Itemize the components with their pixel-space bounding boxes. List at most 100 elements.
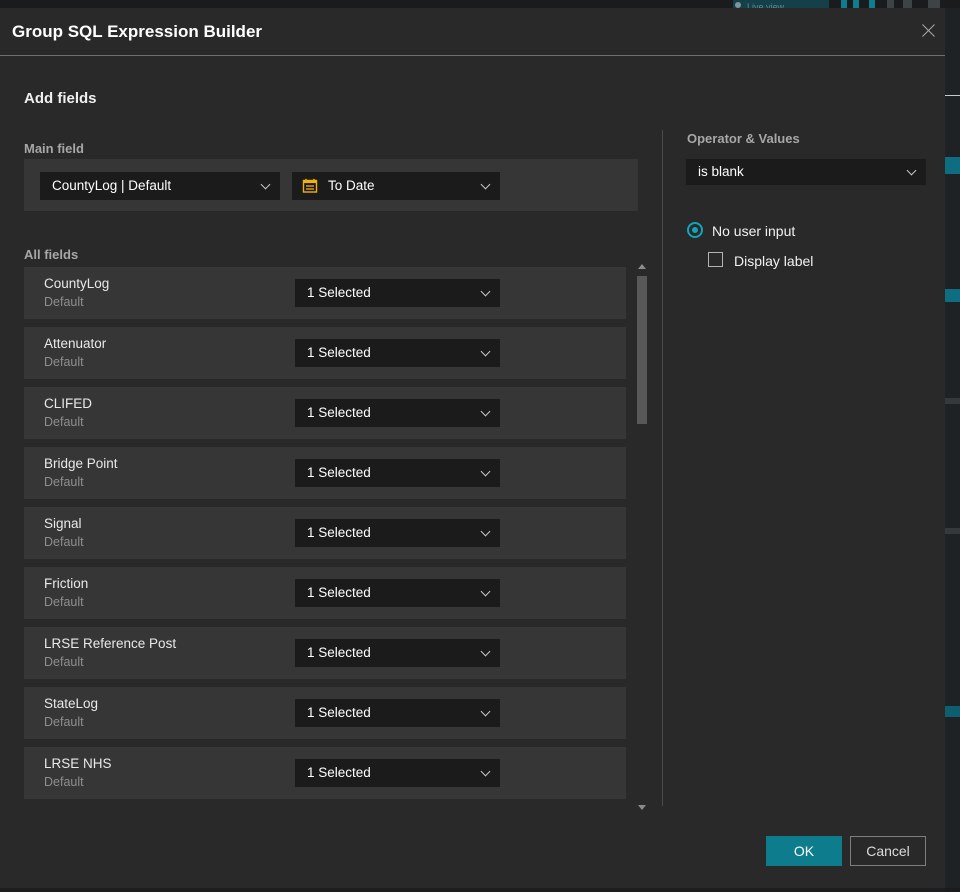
field-name: CLIFED: [44, 396, 93, 411]
main-field-date-select[interactable]: To Date: [292, 172, 500, 200]
field-selected-value: 1 Selected: [307, 645, 371, 660]
field-selected-value: 1 Selected: [307, 765, 371, 780]
calendar-icon: [302, 178, 318, 193]
group-sql-expression-builder-dialog: Group SQL Expression Builder Add fields …: [0, 8, 945, 888]
field-name: Signal: [44, 516, 82, 531]
dialog-titlebar: Group SQL Expression Builder: [0, 8, 945, 55]
field-row: CountyLog Default 1 Selected: [24, 267, 626, 319]
chevron-down-icon: [480, 406, 491, 417]
screen: Live view Group SQL Expression Builder A…: [0, 0, 960, 892]
field-sublabel: Default: [44, 295, 84, 309]
background-fragment: [945, 706, 960, 717]
background-divider: [945, 95, 960, 96]
field-selected-dropdown[interactable]: 1 Selected: [295, 579, 500, 607]
field-selected-value: 1 Selected: [307, 585, 371, 600]
scroll-up-icon[interactable]: [638, 264, 646, 269]
field-row: CLIFED Default 1 Selected: [24, 387, 626, 439]
field-sublabel: Default: [44, 655, 84, 669]
background-fragment: [945, 528, 960, 534]
field-row: Bridge Point Default 1 Selected: [24, 447, 626, 499]
chevron-down-icon: [906, 165, 917, 176]
display-label-text: Display label: [734, 253, 814, 269]
field-name: Friction: [44, 576, 89, 591]
ok-button[interactable]: OK: [766, 836, 842, 866]
field-row: StateLog Default 1 Selected: [24, 687, 626, 739]
field-selected-dropdown[interactable]: 1 Selected: [295, 339, 500, 367]
title-separator: [0, 55, 945, 56]
field-selected-value: 1 Selected: [307, 285, 371, 300]
field-sublabel: Default: [44, 475, 84, 489]
field-name: LRSE NHS: [44, 756, 112, 771]
chevron-down-icon: [480, 766, 491, 777]
all-fields-list: CountyLog Default 1 Selected Attenuator …: [24, 267, 626, 807]
field-selected-dropdown[interactable]: 1 Selected: [295, 279, 500, 307]
dialog-title: Group SQL Expression Builder: [12, 22, 263, 41]
cancel-button[interactable]: Cancel: [850, 836, 926, 866]
background-fragment: [945, 289, 960, 302]
chevron-down-icon: [260, 179, 271, 190]
field-selected-dropdown[interactable]: 1 Selected: [295, 399, 500, 427]
field-name: StateLog: [44, 696, 99, 711]
scroll-down-icon[interactable]: [638, 805, 646, 810]
field-selected-dropdown[interactable]: 1 Selected: [295, 459, 500, 487]
field-selected-dropdown[interactable]: 1 Selected: [295, 639, 500, 667]
field-selected-value: 1 Selected: [307, 705, 371, 720]
chevron-down-icon: [480, 646, 491, 657]
field-name: CountyLog: [44, 276, 110, 291]
field-selected-dropdown[interactable]: 1 Selected: [295, 759, 500, 787]
live-view-button[interactable]: Live view: [733, 0, 829, 8]
operator-select[interactable]: is blank: [686, 159, 926, 185]
field-sublabel: Default: [44, 715, 84, 729]
toolbar-fragment: [869, 0, 875, 8]
toolbar-fragment: [903, 0, 912, 8]
checkbox-unchecked-icon[interactable]: [708, 252, 723, 267]
field-name: Bridge Point: [44, 456, 118, 471]
field-row: LRSE Reference Post Default 1 Selected: [24, 627, 626, 679]
no-user-input-label: No user input: [712, 223, 796, 239]
background-fragment: [945, 398, 960, 404]
field-sublabel: Default: [44, 595, 84, 609]
field-row: Friction Default 1 Selected: [24, 567, 626, 619]
field-sublabel: Default: [44, 415, 84, 429]
field-selected-value: 1 Selected: [307, 345, 371, 360]
field-row: LRSE NHS Default 1 Selected: [24, 747, 626, 799]
field-name: Attenuator: [44, 336, 107, 351]
main-field-select[interactable]: CountyLog | Default: [40, 172, 280, 200]
background-right-strip: [945, 8, 960, 888]
toolbar-fragment: [841, 0, 847, 8]
chevron-down-icon: [480, 346, 491, 357]
main-field-label: Main field: [24, 141, 84, 156]
background-toolbar-strip: Live view: [0, 0, 960, 8]
main-field-select-value: CountyLog | Default: [52, 178, 172, 193]
chevron-down-icon: [480, 286, 491, 297]
chevron-down-icon: [480, 526, 491, 537]
toolbar-fragment: [853, 0, 859, 8]
scrollbar[interactable]: [635, 260, 649, 812]
field-sublabel: Default: [44, 775, 84, 789]
field-selected-value: 1 Selected: [307, 525, 371, 540]
toolbar-fragment: [928, 0, 940, 8]
chevron-down-icon: [480, 466, 491, 477]
toolbar-fragment: [887, 0, 894, 8]
field-selected-dropdown[interactable]: 1 Selected: [295, 699, 500, 727]
field-row: Attenuator Default 1 Selected: [24, 327, 626, 379]
field-selected-value: 1 Selected: [307, 405, 371, 420]
close-icon[interactable]: [919, 21, 939, 41]
background-bottom-strip: [0, 888, 945, 892]
field-name: LRSE Reference Post: [44, 636, 177, 651]
vertical-divider: [662, 130, 663, 806]
operator-select-value: is blank: [698, 164, 744, 179]
field-selected-dropdown[interactable]: 1 Selected: [295, 519, 500, 547]
chevron-down-icon: [480, 179, 491, 190]
field-selected-value: 1 Selected: [307, 465, 371, 480]
date-select-value: To Date: [328, 178, 375, 193]
chevron-down-icon: [480, 706, 491, 717]
radio-selected-icon[interactable]: [687, 222, 703, 238]
all-fields-label: All fields: [24, 247, 79, 262]
operator-values-heading: Operator & Values: [687, 131, 800, 146]
scrollbar-thumb[interactable]: [637, 276, 647, 424]
field-sublabel: Default: [44, 355, 84, 369]
add-fields-heading: Add fields: [24, 90, 97, 107]
field-row: Signal Default 1 Selected: [24, 507, 626, 559]
field-sublabel: Default: [44, 535, 84, 549]
